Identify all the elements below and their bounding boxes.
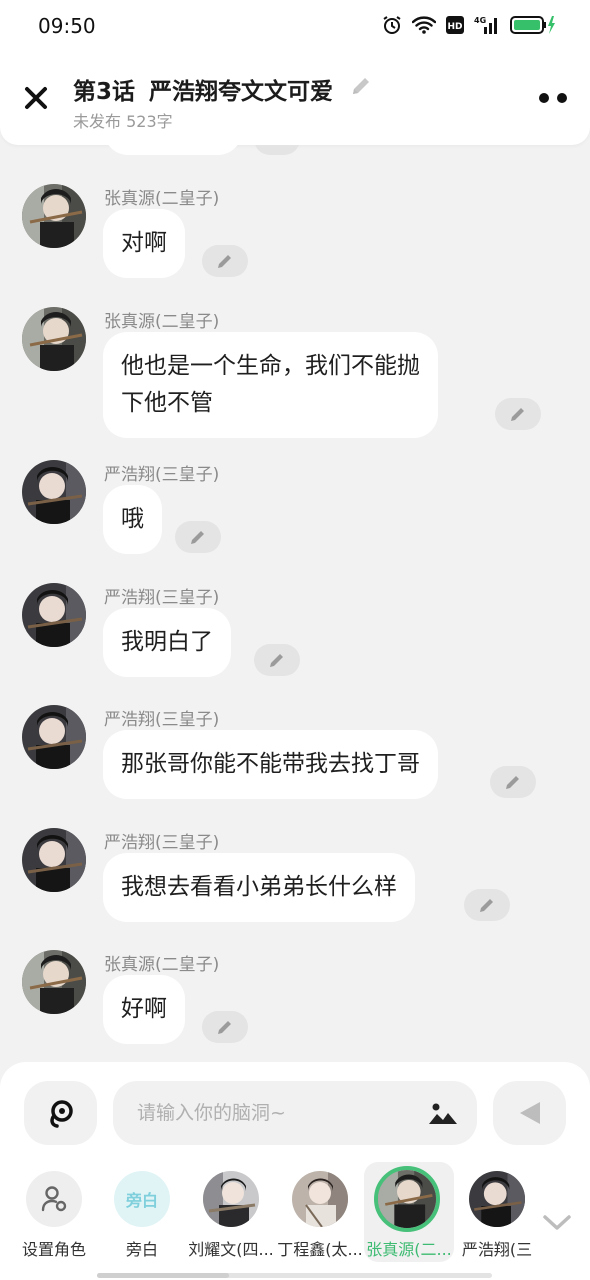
sender-name: 严浩翔(三皇子) [104,588,220,608]
edit-message-button-partial[interactable] [254,145,300,155]
edit-title-icon[interactable] [349,74,373,98]
sender-name: 张真源(二皇子) [104,312,220,332]
pencil-icon [270,654,283,667]
voice-button[interactable] [24,1081,97,1145]
role-label: 丁程鑫(太... [277,1240,363,1259]
avatar-zhang-zhenyuan[interactable] [22,184,86,248]
message-bubble-partial[interactable] [104,145,242,155]
edit-message-button[interactable] [254,644,300,676]
avatar-zhang-zhenyuan[interactable] [22,307,86,371]
battery-charging-icon [510,16,555,34]
sender-name: 严浩翔(三皇子) [104,710,220,730]
message-bubble[interactable]: 好啊 [103,975,185,1044]
send-icon [519,1102,540,1124]
wifi-icon [412,16,436,34]
message-bubble[interactable]: 那张哥你能不能带我去找丁哥 [103,730,438,799]
role-avatar [469,1171,525,1227]
close-button[interactable] [20,82,52,114]
role-avatar [374,1166,440,1232]
message-text: 那张哥你能不能带我去找丁哥 [121,751,420,777]
status-bar: 09:50 HD 4G [0,0,590,52]
role-avatar [203,1171,259,1227]
role-selector: 设置角色 旁白 旁白 刘耀文(四... 丁程鑫(太... 张真源(二... 严浩… [0,1162,590,1272]
pencil-icon [218,1021,231,1034]
sender-name: 张真源(二皇子) [104,955,220,975]
edit-message-button[interactable] [175,521,221,553]
message-text: 我想去看看小弟弟长什么样 [121,874,397,900]
role-item-narrator[interactable]: 旁白 旁白 [97,1162,187,1262]
avatar-yan-haoxiang[interactable] [22,705,86,769]
role-avatar [292,1171,348,1227]
message-bubble[interactable]: 我明白了 [103,608,231,677]
message-text: 哦 [121,506,144,532]
edit-message-button[interactable] [490,766,536,798]
hd-label: HD [447,22,462,32]
status-icons: HD 4G [382,15,556,35]
network-label: 4G [474,16,486,25]
message-input-container[interactable] [113,1081,477,1145]
message-text: 好啊 [121,996,167,1022]
role-label: 设置角色 [21,1240,86,1259]
avatar-yan-haoxiang[interactable] [22,460,86,524]
person-settings-icon [41,1186,67,1212]
sender-name: 严浩翔(三皇子) [104,465,220,485]
role-avatar: 旁白 [114,1171,170,1227]
edit-message-button[interactable] [495,398,541,430]
pencil-icon [506,776,519,789]
message-text: 对啊 [121,230,167,256]
message-bubble[interactable]: 对啊 [103,209,185,278]
edit-message-button[interactable] [464,889,510,921]
role-scrollbar-thumb[interactable] [97,1273,229,1278]
episode-number: 第3话 [73,79,136,105]
editor-header: 第3话 严浩翔夸文文可爱 未发布 523字 [0,52,590,145]
pencil-icon [191,531,204,544]
message-text-line: 他也是一个生命，我们不能抛 [121,353,420,379]
avatar-zhang-zhenyuan[interactable] [22,950,86,1014]
avatar-yan-haoxiang[interactable] [22,583,86,647]
message-text: 我明白了 [121,629,213,655]
message-bubble[interactable]: 我想去看看小弟弟长什么样 [103,853,415,922]
role-item-yan-haoxiang[interactable]: 严浩翔(三 [452,1162,542,1262]
message-bubble[interactable]: 哦 [103,485,162,554]
voice-icon [49,1100,73,1128]
avatar-yan-haoxiang[interactable] [22,828,86,892]
role-label: 刘耀文(四... [188,1240,274,1259]
more-options-icon[interactable] [538,90,568,106]
message-input[interactable] [137,1081,417,1145]
role-item-settings[interactable]: 设置角色 [9,1162,99,1262]
signal-icon: 4G [474,16,497,34]
send-button[interactable] [493,1081,566,1145]
hd-icon: HD [446,16,464,34]
pencil-icon [218,255,231,268]
sender-name: 张真源(二皇子) [104,189,220,209]
compose-panel: 设置角色 旁白 旁白 刘耀文(四... 丁程鑫(太... 张真源(二... [0,1062,590,1280]
edit-message-button[interactable] [202,1011,248,1043]
sender-name: 严浩翔(三皇子) [104,833,220,853]
alarm-icon [383,16,401,34]
episode-title: 严浩翔夸文文可爱 [149,79,334,105]
publish-status: 未发布 523字 [73,112,173,131]
status-time: 09:50 [38,14,96,38]
role-label: 旁白 [125,1240,158,1259]
edit-message-button[interactable] [202,245,248,277]
image-picker-icon[interactable] [427,1100,459,1126]
message-text-line: 下他不管 [121,390,213,416]
role-label: 张真源(二... [366,1240,452,1259]
role-item-zhang-zhenyuan[interactable]: 张真源(二... [364,1162,454,1262]
chevron-down-icon[interactable] [540,1212,574,1232]
narrator-avatar-text: 旁白 [125,1191,158,1210]
pencil-icon [480,899,493,912]
role-item-liu-yaowen[interactable]: 刘耀文(四... [186,1162,276,1262]
role-label: 严浩翔(三 [461,1240,533,1259]
message-bubble[interactable]: 他也是一个生命，我们不能抛 下他不管 [103,332,438,438]
role-item-ding-chengxin[interactable]: 丁程鑫(太... [275,1162,365,1262]
chat-area[interactable]: 张真源(二皇子) 对啊 张真源(二皇子) 他也是一个生命，我们不能抛 下他不管 严… [0,145,590,1065]
page-title: 第3话 严浩翔夸文文可爱 [73,72,333,106]
role-avatar [26,1171,82,1227]
pencil-icon [511,408,524,421]
